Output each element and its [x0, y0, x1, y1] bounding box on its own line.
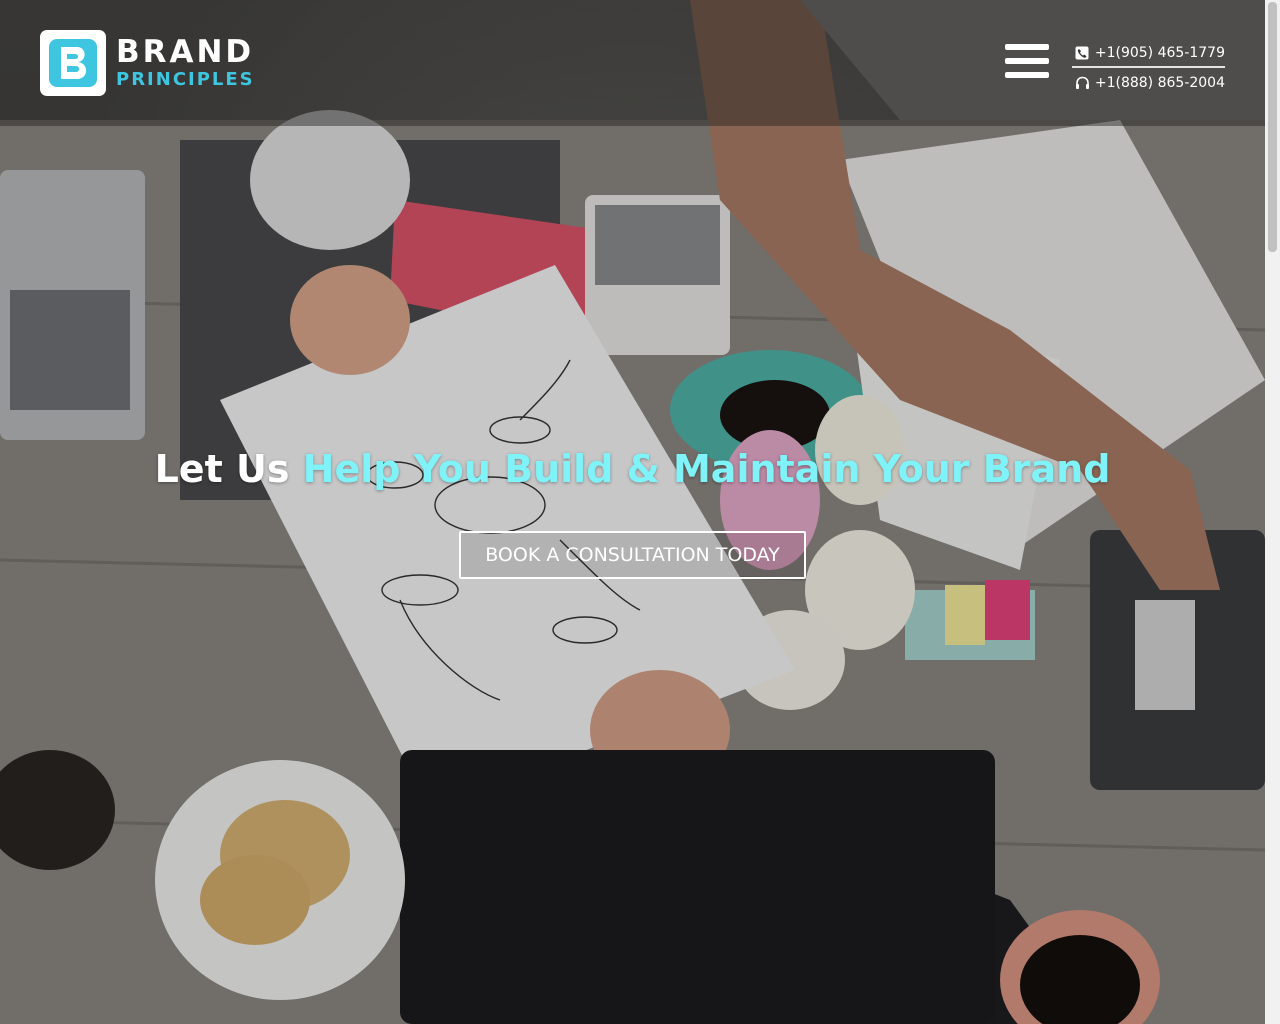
- phone-link-secondary[interactable]: +1(888) 865-2004: [1072, 72, 1225, 94]
- logo-name-brand: BRAND: [116, 34, 255, 70]
- hero-headline-lead: Let Us: [154, 447, 303, 491]
- site-header: BRAND PRINCIPLES +1(905) 465-1779 +1(888…: [0, 0, 1265, 126]
- headset-icon: [1075, 76, 1090, 91]
- contact-numbers: +1(905) 465-1779 +1(888) 865-2004: [1072, 42, 1225, 94]
- hero-dark-overlay: [0, 0, 1265, 1024]
- hamburger-menu-icon[interactable]: [1005, 44, 1049, 84]
- page-scrollbar[interactable]: [1265, 0, 1280, 1024]
- hero-headline-highlight: Help You Build & Maintain Your Brand: [302, 447, 1111, 491]
- scrollbar-thumb[interactable]: [1268, 2, 1277, 252]
- logo-mark-icon: [40, 30, 106, 96]
- hero-headline: Let Us Help You Build & Maintain Your Br…: [0, 446, 1265, 492]
- phone-icon: [1075, 46, 1090, 61]
- phone-link-primary[interactable]: +1(905) 465-1779: [1072, 42, 1225, 64]
- phone-number-primary: +1(905) 465-1779: [1094, 45, 1225, 61]
- phone-number-secondary: +1(888) 865-2004: [1094, 75, 1225, 91]
- brand-logo[interactable]: BRAND PRINCIPLES: [40, 30, 255, 96]
- logo-name-principles: PRINCIPLES: [116, 69, 255, 90]
- contact-divider: [1072, 66, 1225, 68]
- page: BRAND PRINCIPLES +1(905) 465-1779 +1(888…: [0, 0, 1280, 1024]
- book-consultation-button[interactable]: BOOK A CONSULTATION TODAY: [459, 531, 806, 579]
